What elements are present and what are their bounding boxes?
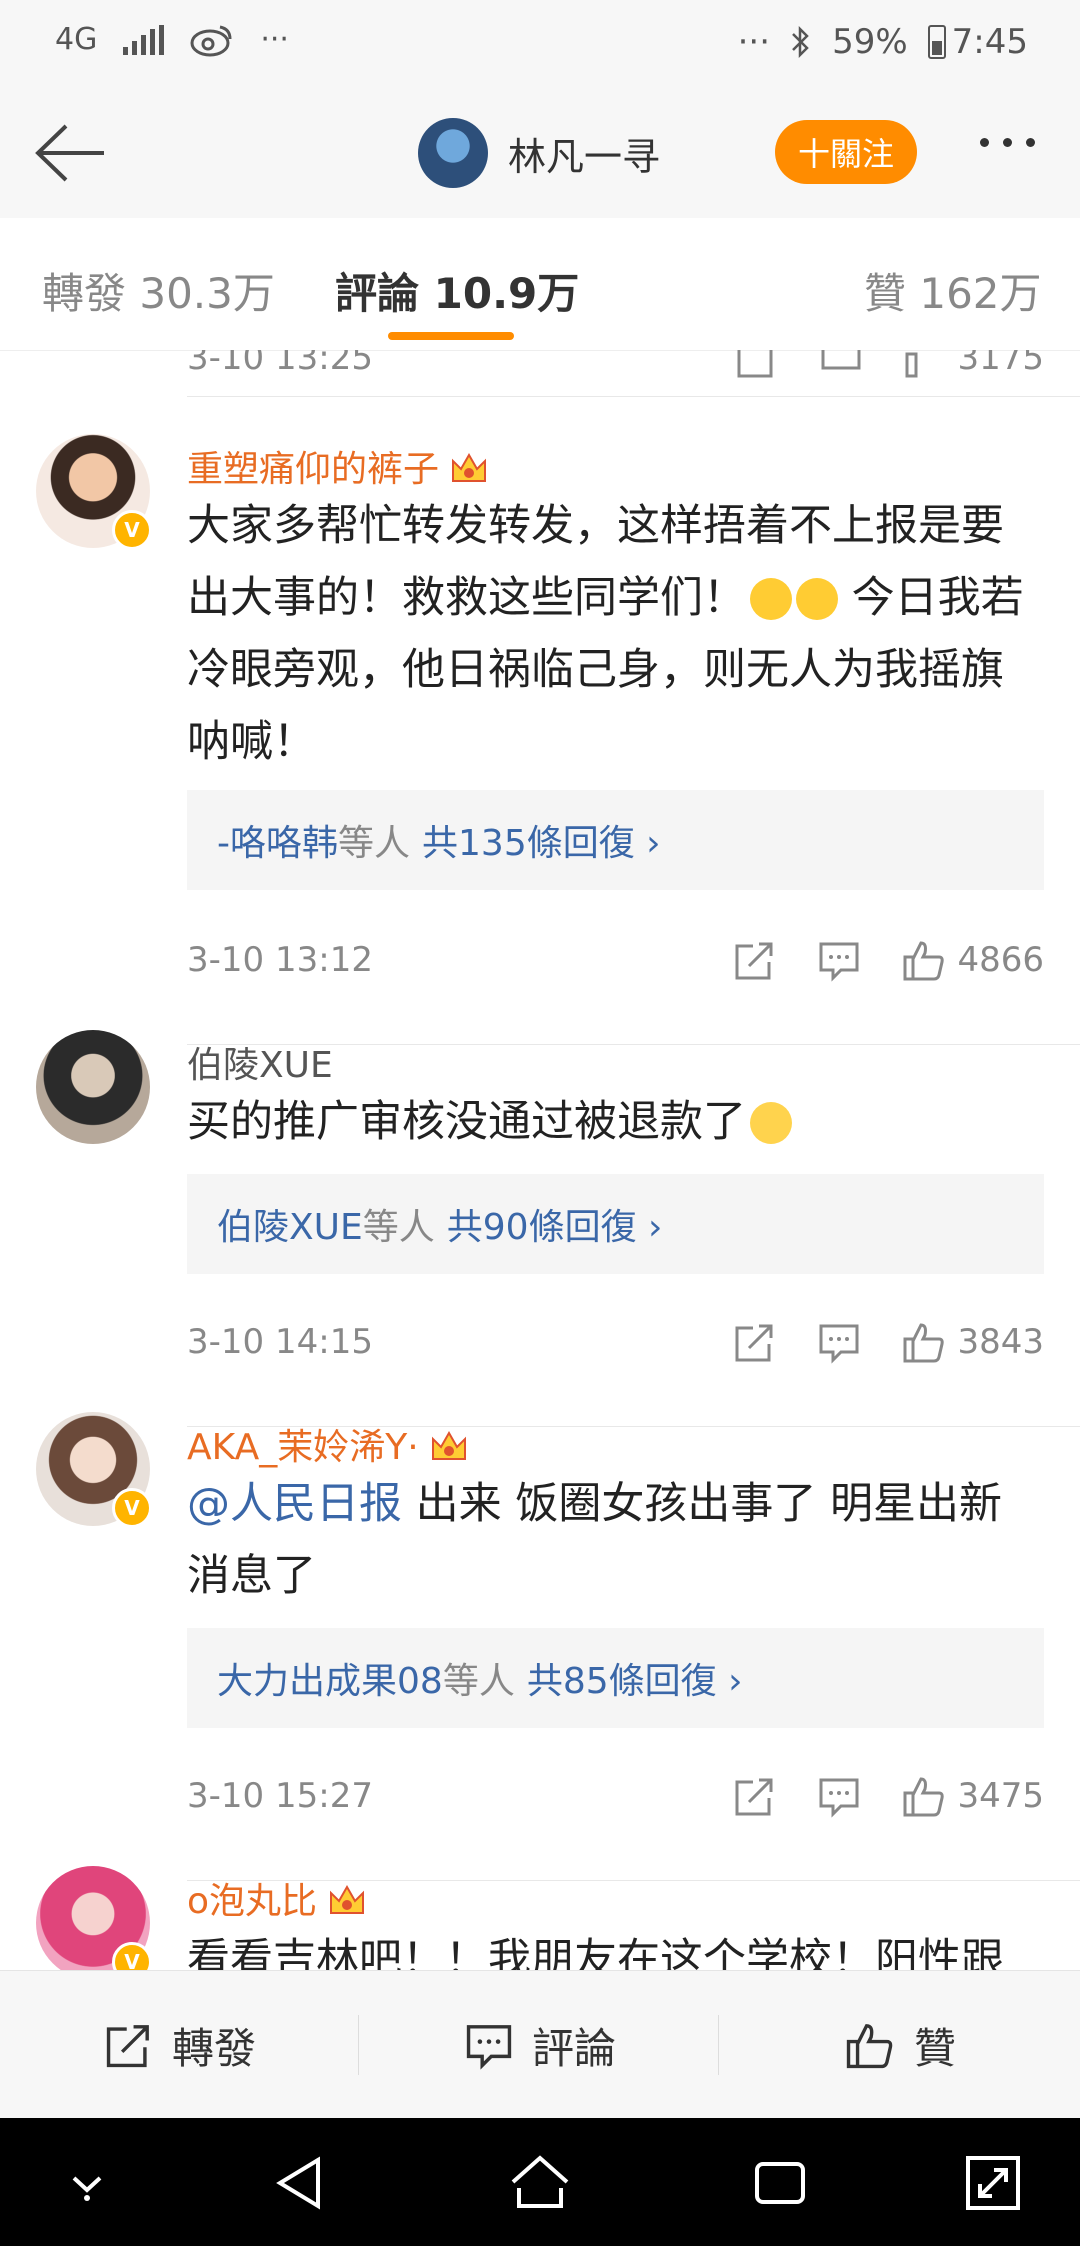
more-status-icon: ··· <box>737 22 771 62</box>
divider <box>187 396 1080 397</box>
reply-summary[interactable]: 大力出成果08 等人 共85條回復 › <box>187 1628 1044 1728</box>
back-arrow-icon[interactable] <box>30 120 110 186</box>
divider <box>358 2015 359 2075</box>
battery-icon <box>927 25 946 59</box>
comment-list[interactable]: 3-10 13:25 3175 V 重塑痛仰的裤子 大家多帮忙转发转发，这样捂着… <box>0 350 1080 1970</box>
author-avatar[interactable] <box>418 118 488 188</box>
tab-reposts[interactable]: 轉發 30.3万 <box>42 260 275 321</box>
commenter-name[interactable]: AKA_茉姈浠Y· <box>187 1418 469 1470</box>
thumbs-up-icon <box>903 1323 945 1363</box>
comment-icon <box>819 1778 859 1818</box>
verified-badge-icon: V <box>112 510 152 550</box>
like-button[interactable]: 3175 <box>903 350 1044 380</box>
crown-badge-icon <box>330 1884 365 1914</box>
author-info[interactable]: 林凡一寻 <box>418 118 660 188</box>
comment-time: 3-10 15:27 <box>187 1776 373 1816</box>
comment-text: 大家多帮忙转发转发，这样捂着不上报是要出大事的！救救这些同学们！ 今日我若冷眼旁… <box>187 501 1024 767</box>
clock: 7:45 <box>951 22 1028 62</box>
partial-comment-meta: 3-10 13:25 3175 <box>0 350 1080 396</box>
comment-time: 3-10 14:15 <box>187 1322 373 1362</box>
comment-meta: 3-10 13:12 4866 <box>187 930 1044 990</box>
mention-link[interactable]: @人民日报 <box>187 1479 402 1529</box>
weibo-icon <box>190 25 232 56</box>
commenter-avatar[interactable] <box>36 1030 150 1144</box>
tab-likes[interactable]: 贊 162万 <box>864 260 1042 321</box>
comment-icon <box>819 1324 859 1364</box>
bottom-action-bar: 轉發 評論 贊 <box>0 1970 1080 2119</box>
battery-percent: 59% <box>832 22 908 62</box>
reply-button[interactable] <box>819 350 863 380</box>
share-button[interactable] <box>733 938 777 982</box>
system-navigation-bar <box>0 2118 1080 2246</box>
like-button[interactable]: 3843 <box>901 1319 1044 1365</box>
repost-button[interactable]: 轉發 <box>0 1971 360 2119</box>
more-notifications-icon: ··· <box>260 22 289 57</box>
crown-badge-icon <box>452 452 487 482</box>
rotate-screen-icon[interactable] <box>958 2148 1028 2218</box>
home-icon[interactable] <box>505 2148 575 2218</box>
reply-summary[interactable]: 伯陵XUE 等人 共90條回復 › <box>187 1174 1044 1274</box>
like-post-button[interactable]: 贊 <box>720 1971 1080 2119</box>
crown-badge-icon <box>431 1430 466 1460</box>
share-icon <box>735 942 773 980</box>
share-button[interactable] <box>733 1774 777 1818</box>
crying-emoji-icon <box>750 578 792 620</box>
divider <box>718 2015 719 2075</box>
thumbs-up-icon <box>903 1777 945 1817</box>
share-button[interactable] <box>735 350 779 380</box>
signal-icon <box>123 24 165 55</box>
active-tab-indicator <box>388 332 514 340</box>
comment-time: 3-10 13:12 <box>187 940 373 980</box>
verified-badge-icon: V <box>112 1488 152 1528</box>
comment-text: 买的推广审核没通过被退款了 <box>187 1086 1044 1158</box>
more-options-icon[interactable] <box>980 138 1035 147</box>
comment-meta: 3-10 15:27 3475 <box>187 1766 1044 1826</box>
comment-button[interactable]: 評論 <box>360 1971 720 2119</box>
comment-meta: 3-10 14:15 3843 <box>187 1312 1044 1372</box>
comment-text: @人民日报 出来 饭圈女孩出事了 明星出新消息了 <box>187 1479 1003 1601</box>
like-button[interactable]: 3475 <box>901 1773 1044 1819</box>
comment-text: 看看吉林吧！！我朋友在这个学校！阳性跟 <box>187 1935 1004 1970</box>
hide-keyboard-icon[interactable] <box>52 2148 122 2218</box>
smile-emoji-icon <box>750 1102 792 1144</box>
commenter-name[interactable]: 伯陵XUE <box>187 1036 333 1088</box>
commenter-name[interactable]: 重塑痛仰的裤子 <box>187 440 489 492</box>
recent-apps-icon[interactable] <box>745 2148 815 2218</box>
status-bar: 4G ··· ··· 59% 7:45 <box>0 0 1080 90</box>
like-button[interactable]: 4866 <box>901 937 1044 983</box>
reply-summary[interactable]: -咯咯韩 等人 共135條回復 › <box>187 790 1044 890</box>
crying-emoji-icon <box>796 578 838 620</box>
thumbs-up-icon <box>846 2024 893 2069</box>
verified-badge-icon: V <box>112 1942 152 1970</box>
comment-icon <box>819 942 859 982</box>
reply-button[interactable] <box>817 1320 861 1364</box>
share-icon <box>735 1324 773 1362</box>
comment-icon <box>466 2025 512 2070</box>
share-icon <box>735 1778 773 1816</box>
follow-button[interactable]: 十關注 <box>775 120 917 184</box>
tab-bar: 轉發 30.3万 評論 10.9万 贊 162万 <box>0 218 1080 351</box>
author-name[interactable]: 林凡一寻 <box>508 126 660 181</box>
comment-time: 3-10 13:25 <box>187 350 373 378</box>
bluetooth-icon <box>792 25 809 59</box>
back-icon[interactable] <box>266 2148 336 2218</box>
network-indicator: 4G <box>55 22 98 57</box>
reply-button[interactable] <box>817 1774 861 1818</box>
tab-comments[interactable]: 評論 10.9万 <box>335 260 579 321</box>
share-icon <box>106 2025 149 2068</box>
thumbs-up-icon <box>903 941 945 981</box>
header: 林凡一寻 十關注 <box>0 90 1080 219</box>
commenter-name[interactable]: o泡丸比 <box>187 1872 367 1924</box>
share-button[interactable] <box>733 1320 777 1364</box>
reply-button[interactable] <box>817 938 861 982</box>
